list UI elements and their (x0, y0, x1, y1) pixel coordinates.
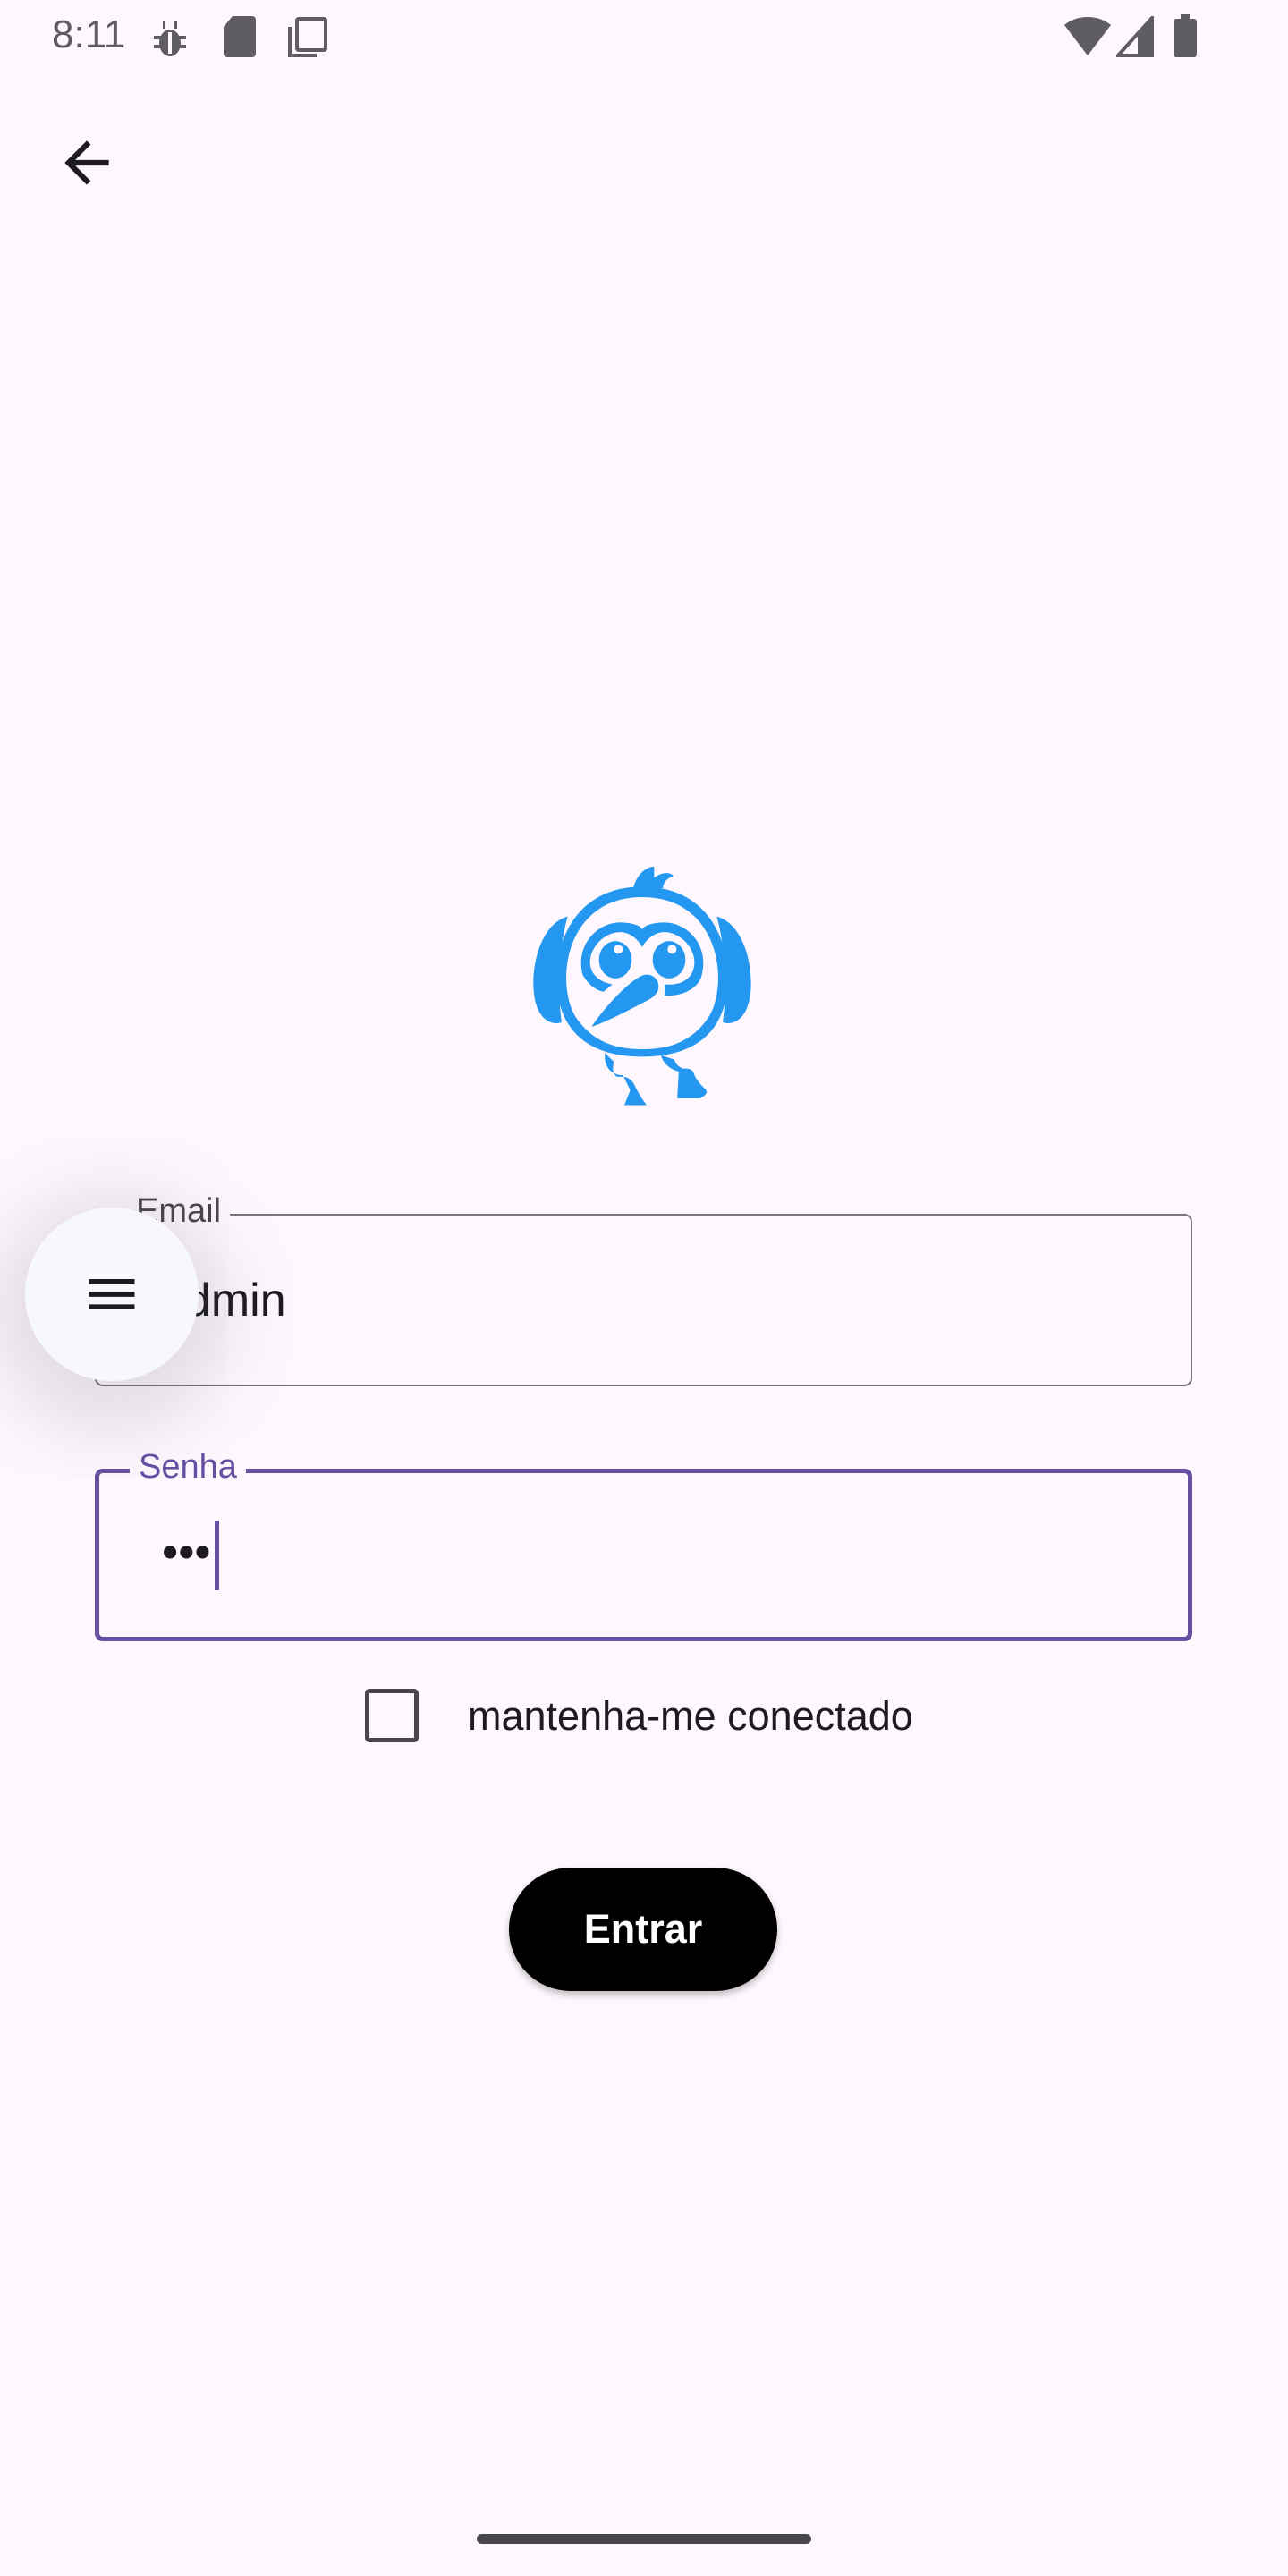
password-value-wrap: ••• (162, 1520, 219, 1590)
menu-button[interactable] (25, 1208, 199, 1381)
password-value: ••• (162, 1526, 211, 1579)
status-time: 8:11 (52, 13, 126, 56)
password-label: Senha (130, 1445, 246, 1489)
text-caret (214, 1520, 219, 1590)
menu-icon (89, 1279, 135, 1309)
home-indicator[interactable] (477, 2534, 811, 2544)
bug-icon (154, 21, 186, 56)
logo-bird-icon (533, 866, 751, 1106)
signal-icon (1116, 16, 1154, 57)
remember-me-label[interactable]: mantenha-me conectado (468, 1690, 913, 1742)
sd-card-icon (224, 16, 256, 57)
email-field[interactable]: Email admin (95, 1189, 1192, 1386)
copy-icon (288, 17, 327, 57)
wifi-icon (1064, 17, 1111, 55)
login-button[interactable]: Entrar (509, 1868, 777, 1991)
password-field[interactable]: Senha ••• (95, 1445, 1192, 1641)
remember-me-checkbox[interactable] (365, 1689, 419, 1742)
arrow-back-icon[interactable] (54, 130, 120, 196)
battery-icon (1174, 14, 1197, 57)
